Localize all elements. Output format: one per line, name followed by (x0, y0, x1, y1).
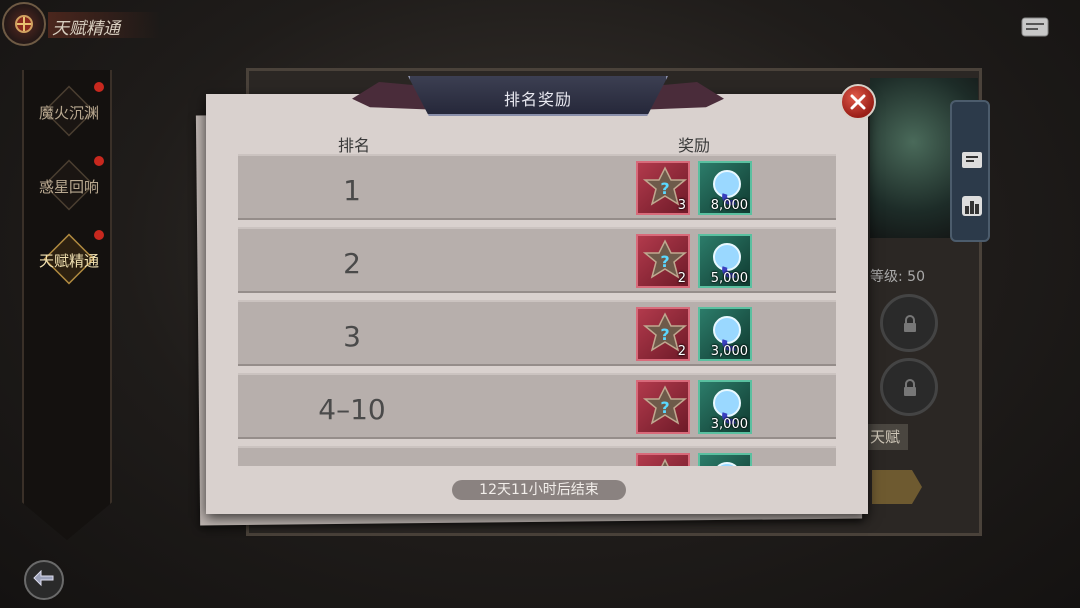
back-arrow-icon (33, 570, 54, 587)
soul-orb-reward[interactable]: 3,000 (698, 380, 752, 434)
ranking-row: 3 ? 2 3,000 (238, 300, 836, 366)
next-arrow[interactable] (872, 470, 922, 504)
reward-count: 3 (677, 198, 686, 213)
ranking-row (238, 446, 836, 466)
back-button[interactable] (24, 560, 64, 600)
lock-icon (904, 379, 916, 396)
reward-count: 8,000 (710, 198, 748, 213)
reward-count: 2 (677, 271, 686, 286)
soul-orb-reward[interactable]: 5,000 (698, 234, 752, 288)
notification-dot (94, 82, 104, 92)
sidebar-item-label: 惑星回响 (38, 178, 99, 196)
close-button[interactable] (840, 84, 876, 120)
countdown-timer: 12天11小时后结束 (452, 480, 626, 500)
modal-header: 排名奖励 (352, 76, 724, 118)
notification-dot (94, 230, 104, 240)
svg-text:?: ? (660, 252, 669, 271)
reward-column-header: 奖励 (678, 136, 711, 155)
reward-count: 3,000 (710, 417, 748, 432)
sidebar-item-label: 魔火沉渊 (38, 104, 99, 122)
top-bar: 天赋精通 (0, 0, 260, 48)
mystery-star-icon: ? (643, 385, 687, 425)
sidebar: 魔火沉渊 惑星回响 天赋精通 (22, 70, 112, 540)
soul-orb-icon (717, 462, 737, 466)
rank-number: 1 (343, 174, 361, 207)
locked-slot[interactable] (880, 294, 938, 352)
sidebar-item-mohuo[interactable]: 魔火沉渊 (24, 82, 112, 142)
svg-text:?: ? (660, 179, 669, 198)
lock-icon (904, 315, 916, 332)
level-text: 等级: 50 (870, 269, 925, 285)
reward-count: 2 (677, 344, 686, 359)
mystery-box-reward[interactable]: ? 2 (636, 234, 690, 288)
ranking-row: 1 ? 3 8,000 (238, 154, 836, 220)
soul-orb-reward[interactable] (698, 453, 752, 466)
emblem-icon (2, 2, 46, 46)
mystery-star-icon (661, 458, 669, 466)
svg-text:?: ? (660, 398, 669, 417)
ranking-list[interactable]: 1 ? 3 8,000 2 ? 2 5,000 3 ? 2 3,000 4–10… (238, 154, 838, 466)
mystery-box-reward[interactable] (636, 453, 690, 466)
page-title: 天赋精通 (48, 12, 160, 39)
reward-count: 3,000 (710, 344, 748, 359)
sidebar-item-huoxing[interactable]: 惑星回响 (24, 156, 112, 216)
rank-column-header: 排名 (338, 136, 371, 155)
mystery-box-reward[interactable]: ? (636, 380, 690, 434)
mystery-box-reward[interactable]: ? 2 (636, 307, 690, 361)
rank-number: 2 (343, 247, 361, 280)
talent-button[interactable]: 天赋 (862, 424, 908, 450)
ranking-row: 2 ? 2 5,000 (238, 227, 836, 293)
soul-orb-reward[interactable]: 8,000 (698, 161, 752, 215)
soul-orb-reward[interactable]: 3,000 (698, 307, 752, 361)
side-tabs (950, 100, 990, 242)
rank-number: 4–10 (318, 393, 386, 426)
sidebar-item-label: 天赋精通 (38, 252, 99, 270)
reward-count: 5,000 (710, 271, 748, 286)
locked-slot[interactable] (880, 358, 938, 416)
svg-text:?: ? (660, 325, 669, 344)
modal-title: 排名奖励 (503, 90, 572, 109)
ranking-icon[interactable] (958, 192, 986, 220)
notification-dot (94, 156, 104, 166)
scroll-icon[interactable] (958, 146, 986, 174)
mail-icon[interactable] (1020, 14, 1050, 40)
close-icon (850, 94, 866, 110)
sidebar-item-tianfu[interactable]: 天赋精通 (24, 230, 112, 290)
ranking-row: 4–10 ? 3,000 (238, 373, 836, 439)
rank-number: 3 (343, 320, 361, 353)
mystery-box-reward[interactable]: ? 3 (636, 161, 690, 215)
